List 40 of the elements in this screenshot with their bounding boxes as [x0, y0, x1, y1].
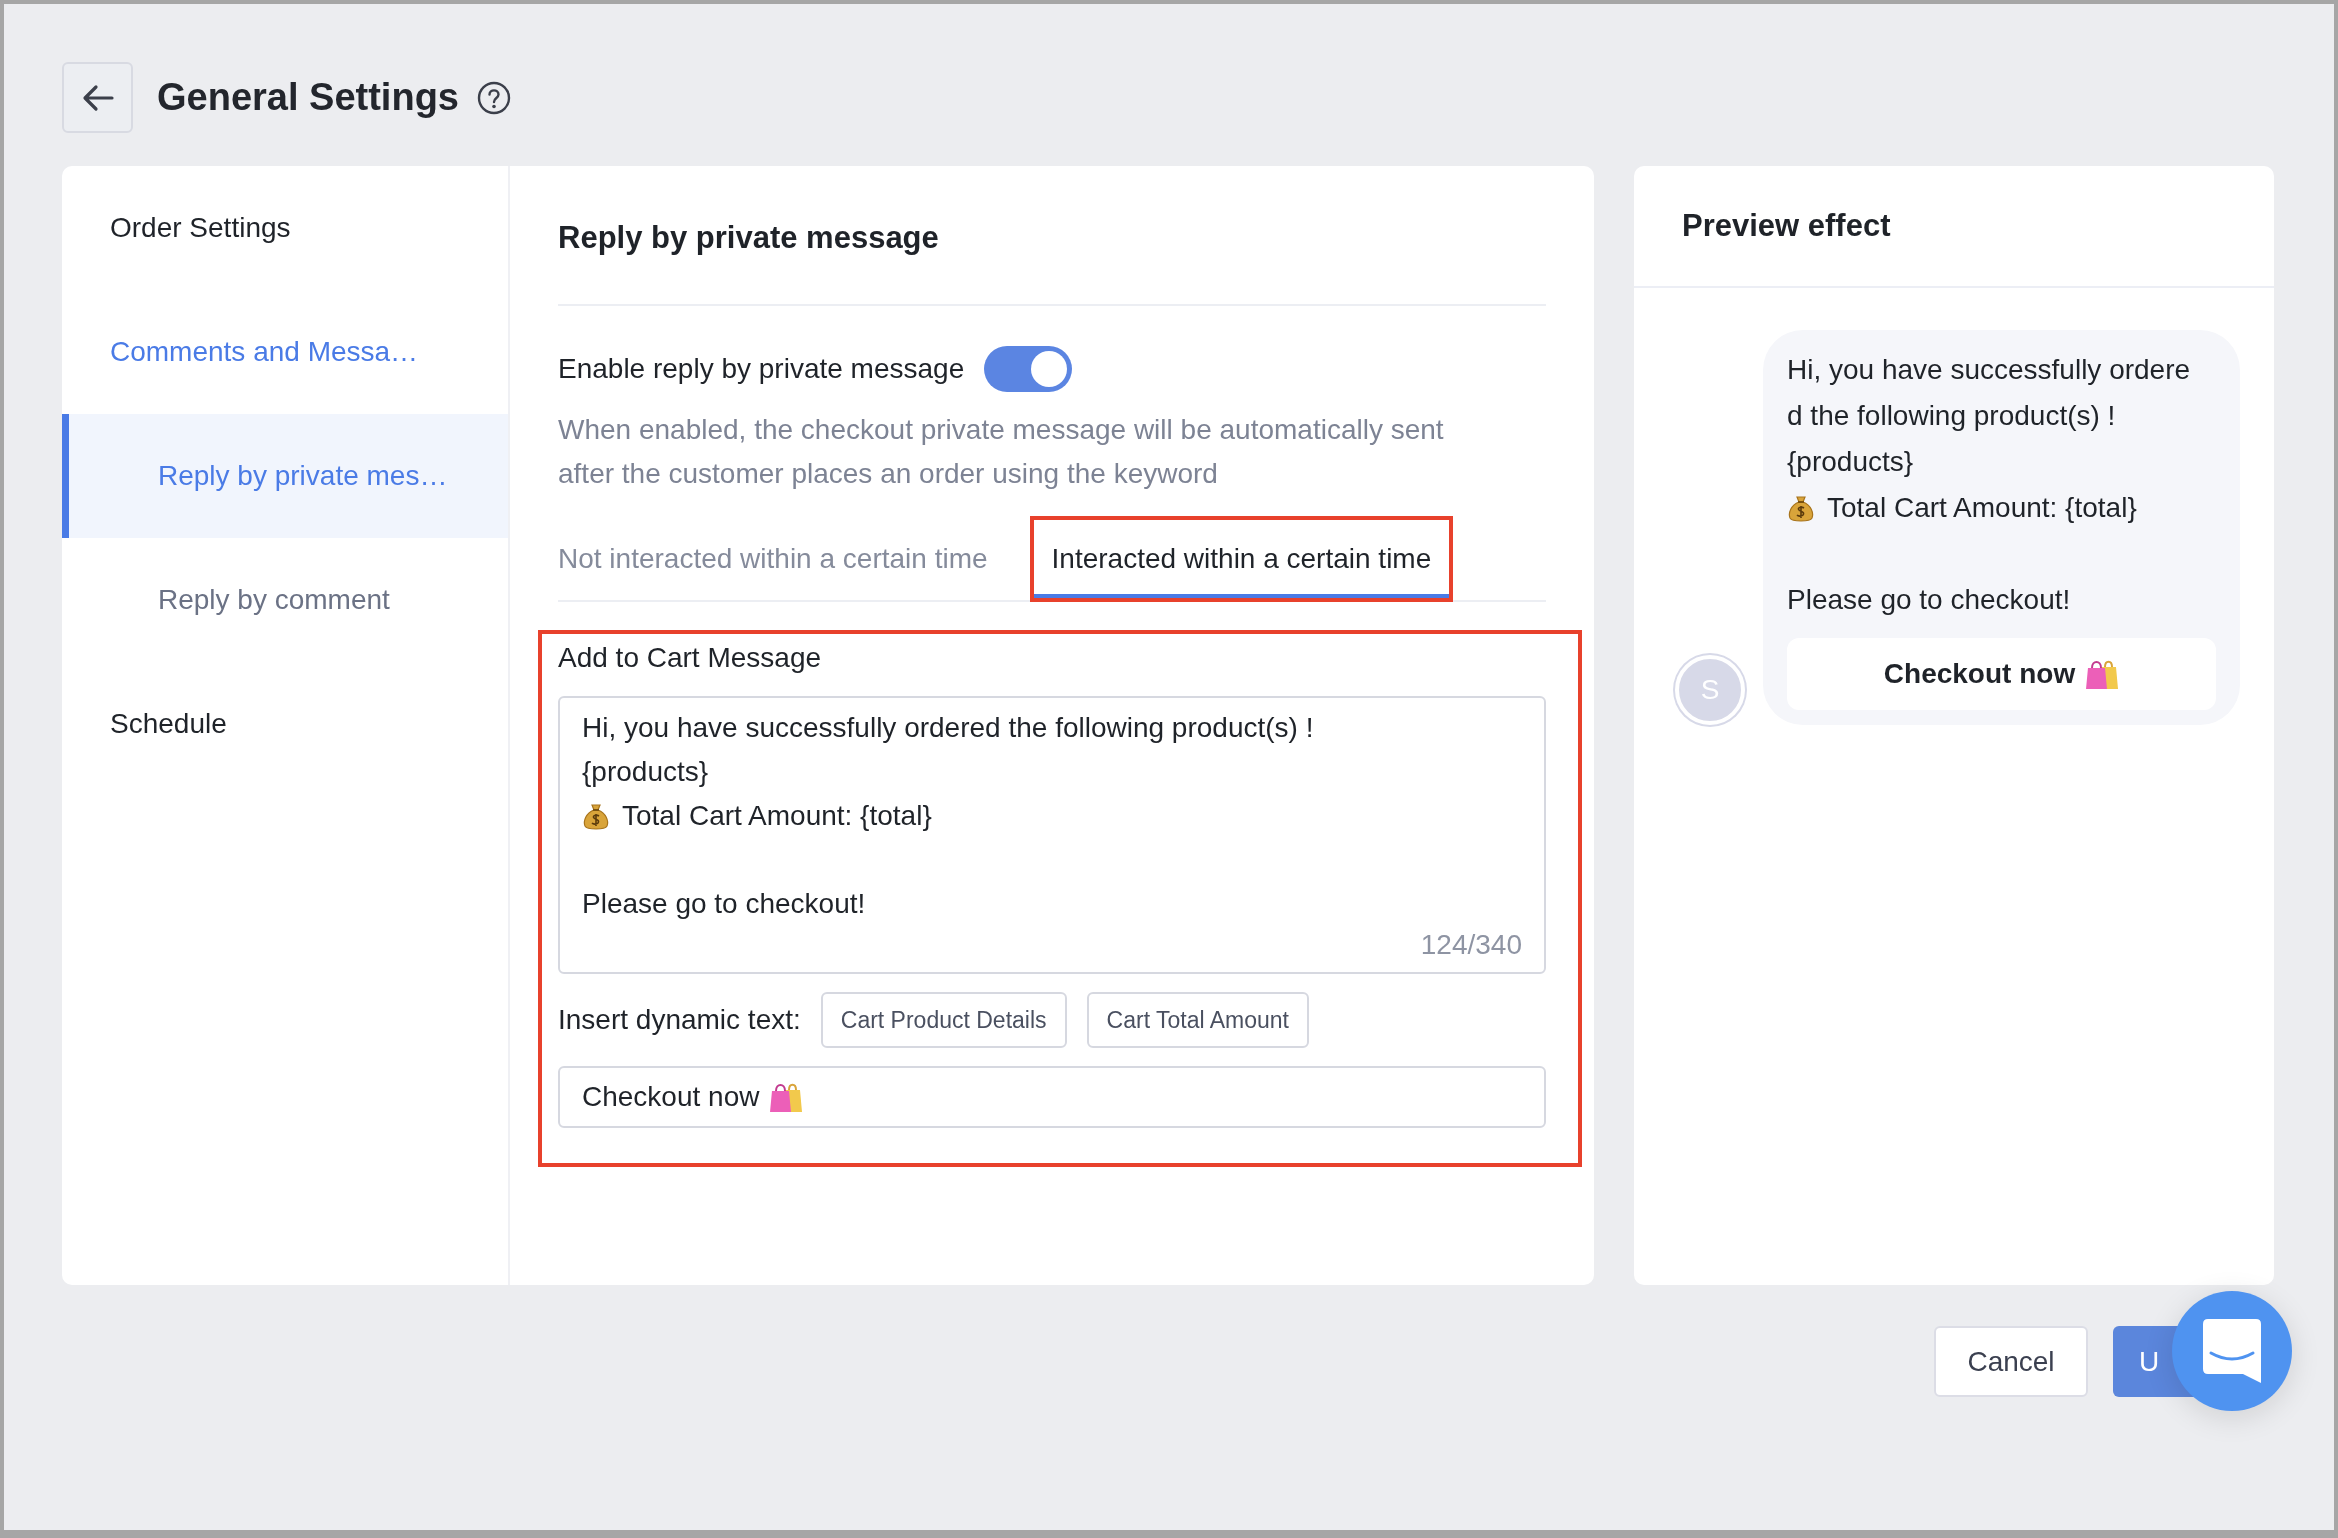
message-line: Total Cart Amount: {total} [1827, 492, 2137, 524]
back-button[interactable] [62, 62, 133, 133]
help-icon[interactable] [477, 80, 511, 115]
description-text: after the customer places an order using the keyword [558, 457, 1219, 491]
sidebar-item[interactable]: Comments and Messa… [62, 290, 508, 414]
shopping-bags-icon [769, 1081, 804, 1113]
message-line: Please go to checkout! [1787, 584, 2071, 616]
message-line: Hi, you have successfully ordered the following product(s) ! [582, 712, 1314, 744]
message-line: Total Cart Amount: {total} [622, 800, 932, 832]
message-line: d the following product(s) ! [1787, 400, 2116, 432]
checkout-button[interactable]: Checkout now [1787, 638, 2216, 710]
money-bag-icon [582, 801, 610, 831]
sidebar-item[interactable]: Schedule [62, 662, 508, 786]
sidebar-item[interactable]: Reply by private mes… [62, 414, 508, 538]
page-title: General Settings [157, 76, 459, 119]
field-value: Checkout now [582, 1081, 760, 1113]
message-line: Please go to checkout! [582, 888, 866, 920]
tab[interactable]: Interacted within a certain time [1029, 516, 1454, 602]
money-bag-icon [1787, 493, 1815, 523]
insert-text-button[interactable]: Cart Total Amount [1086, 992, 1309, 1048]
message-line: {products} [1787, 446, 1914, 478]
button-text-field[interactable]: Checkout now [558, 1066, 1546, 1128]
shopping-bags-icon [2085, 658, 2120, 690]
chat-icon [2203, 1319, 2261, 1383]
sidebar-item[interactable]: Reply by comment [62, 538, 508, 662]
description-text: When enabled, the checkout private message will be automatically sent [558, 413, 1445, 447]
message-field[interactable]: Hi, you have successfully ordered the following product(s) ! {products} Total Cart Amount: {total} Please go to checkout! 124/340 [558, 696, 1546, 974]
enable-toggle[interactable] [984, 346, 1073, 392]
section-title: Reply by private message [558, 219, 940, 257]
toggle-label: Enable reply by private message [558, 353, 965, 385]
message-line: Hi, you have successfully ordere [1787, 354, 2191, 386]
sidebar-item[interactable]: Order Settings [62, 166, 508, 290]
field-label: Add to Cart Message [558, 641, 823, 675]
preview-title: Preview effect [1682, 208, 1891, 244]
insert-text-button[interactable]: Cart Product Details [820, 992, 1067, 1048]
dynamic-text-label: Insert dynamic text: [558, 1004, 801, 1036]
back-arrow-icon [81, 83, 114, 112]
cancel-button[interactable]: Cancel [1934, 1326, 2088, 1397]
character-counter: 124/340 [1420, 929, 1522, 961]
message-line: {products} [582, 756, 709, 788]
